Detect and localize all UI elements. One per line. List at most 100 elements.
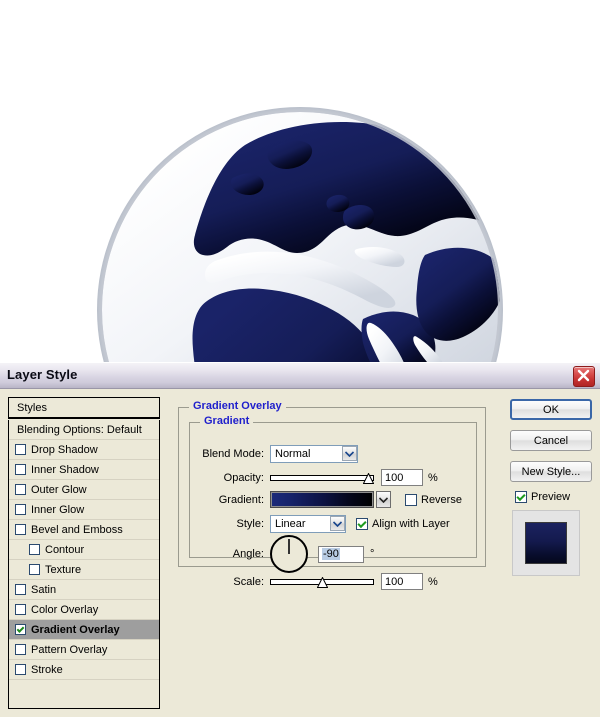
- opacity-slider-thumb[interactable]: [362, 471, 375, 484]
- styles-header: Styles: [8, 397, 160, 419]
- style-label: Style:: [236, 518, 264, 530]
- angle-dial-needle: [288, 539, 290, 554]
- checkbox-satin[interactable]: [15, 584, 26, 595]
- opacity-slider[interactable]: [270, 471, 375, 484]
- sidebar-item-label: Pattern Overlay: [31, 643, 108, 656]
- gradient-swatch[interactable]: [270, 491, 374, 508]
- globe-svg: [97, 107, 503, 362]
- style-row: Style: Linear Align with Layer: [198, 515, 450, 533]
- sidebar-item-contour[interactable]: Contour: [9, 540, 159, 560]
- angle-value: -90: [322, 548, 340, 560]
- dialog-titlebar[interactable]: Layer Style: [0, 363, 600, 389]
- sidebar-item-blending-options[interactable]: Blending Options: Default: [9, 420, 159, 440]
- sidebar-item-label: Texture: [45, 563, 82, 576]
- scale-slider[interactable]: [270, 575, 374, 588]
- sidebar-item-outer-glow[interactable]: Outer Glow: [9, 480, 159, 500]
- gradient-row: Gradient: Reverse: [198, 491, 462, 508]
- angle-label: Angle:: [232, 548, 264, 560]
- checkbox-gradient-overlay[interactable]: [15, 624, 26, 635]
- checkbox-outer-glow[interactable]: [15, 484, 26, 495]
- styles-header-label: Styles: [17, 401, 47, 414]
- ok-button[interactable]: OK: [510, 399, 592, 420]
- scale-value: 100: [385, 575, 404, 588]
- scale-slider-thumb[interactable]: [316, 575, 329, 588]
- angle-row: Angle: -90 °: [198, 535, 374, 573]
- sidebar-item-satin[interactable]: Satin: [9, 580, 159, 600]
- styles-list-filler: [9, 680, 159, 706]
- opacity-slider-track: [270, 474, 374, 481]
- blend-mode-select[interactable]: Normal: [270, 445, 358, 463]
- scale-label: Scale:: [233, 575, 264, 588]
- opacity-input[interactable]: 100: [381, 469, 423, 486]
- style-select-wrap[interactable]: Linear: [270, 515, 346, 533]
- opacity-value: 100: [385, 471, 404, 484]
- sidebar-item-bevel-and-emboss[interactable]: Bevel and Emboss: [9, 520, 159, 540]
- preview-label: Preview: [531, 491, 571, 503]
- angle-dial[interactable]: [270, 535, 308, 573]
- cancel-button-label: Cancel: [533, 434, 569, 447]
- sidebar-item-label: Contour: [45, 543, 85, 556]
- checkbox-color-overlay[interactable]: [15, 604, 26, 615]
- checkbox-bevel-and-emboss[interactable]: [15, 524, 26, 535]
- blend-mode-label: Blend Mode:: [202, 448, 264, 460]
- dialog-body: Styles Blending Options: Default Drop Sh…: [0, 389, 600, 717]
- sidebar-item-texture[interactable]: Texture: [9, 560, 159, 580]
- reverse-checkbox[interactable]: [405, 493, 417, 506]
- checkbox-inner-shadow[interactable]: [15, 464, 26, 475]
- document-canvas: [0, 0, 600, 362]
- sidebar-item-inner-glow[interactable]: Inner Glow: [9, 500, 159, 520]
- opacity-unit: %: [428, 471, 438, 484]
- sidebar-item-label: Stroke: [31, 663, 63, 676]
- ok-button-label: OK: [543, 403, 559, 416]
- sidebar-item-label: Satin: [31, 583, 57, 596]
- sidebar-item-label: Inner Glow: [31, 503, 85, 516]
- sidebar-item-stroke[interactable]: Stroke: [9, 660, 159, 680]
- checkbox-drop-shadow[interactable]: [15, 444, 26, 455]
- opacity-label: Opacity:: [223, 471, 264, 484]
- reverse-checkbox-group[interactable]: Reverse: [405, 493, 462, 506]
- close-button[interactable]: [573, 366, 595, 387]
- sidebar-item-pattern-overlay[interactable]: Pattern Overlay: [9, 640, 159, 660]
- sidebar-item-gradient-overlay[interactable]: Gradient Overlay: [9, 620, 159, 640]
- preview-thumbnail-box: [512, 510, 580, 576]
- align-with-layer-label: Align with Layer: [372, 518, 450, 530]
- sidebar-item-label: Blending Options: Default: [17, 423, 142, 436]
- checkbox-inner-glow[interactable]: [15, 504, 26, 515]
- new-style-button-label: New Style...: [521, 465, 581, 478]
- cancel-button[interactable]: Cancel: [510, 430, 592, 451]
- angle-unit: °: [370, 548, 375, 560]
- sidebar-item-label: Color Overlay: [31, 603, 99, 616]
- gradient-overlay-panel: Gradient Overlay Gradient Blend Mode: No…: [170, 397, 500, 709]
- styles-list[interactable]: Blending Options: Default Drop Shadow In…: [8, 420, 160, 709]
- globe-artwork: [95, 105, 505, 362]
- sidebar-item-drop-shadow[interactable]: Drop Shadow: [9, 440, 159, 460]
- reverse-label: Reverse: [421, 493, 462, 506]
- dialog-title: Layer Style: [7, 367, 78, 382]
- style-select[interactable]: Linear: [270, 515, 346, 533]
- scale-input[interactable]: 100: [381, 573, 423, 590]
- new-style-button[interactable]: New Style...: [510, 461, 592, 482]
- align-with-layer-checkbox[interactable]: [356, 518, 368, 530]
- preview-checkbox[interactable]: [515, 491, 527, 503]
- sidebar-item-label: Gradient Overlay: [31, 623, 120, 636]
- checkbox-texture[interactable]: [29, 564, 40, 575]
- opacity-row: Opacity: 100 %: [198, 469, 438, 486]
- blend-mode-select-wrap[interactable]: Normal: [270, 445, 358, 463]
- checkbox-contour[interactable]: [29, 544, 40, 555]
- checkbox-stroke[interactable]: [15, 664, 26, 675]
- align-with-layer-group[interactable]: Align with Layer: [356, 518, 450, 530]
- layer-style-dialog: Layer Style Styles Blending Options: Def…: [0, 362, 600, 717]
- scale-unit: %: [428, 575, 438, 588]
- sidebar-item-inner-shadow[interactable]: Inner Shadow: [9, 460, 159, 480]
- gradient-label: Gradient:: [218, 493, 264, 506]
- close-x-icon: [577, 369, 590, 382]
- gradient-dropdown-button[interactable]: [376, 491, 391, 508]
- preview-checkbox-group[interactable]: Preview: [506, 491, 592, 503]
- sidebar-item-label: Drop Shadow: [31, 443, 98, 456]
- angle-input[interactable]: -90: [318, 545, 364, 563]
- checkbox-pattern-overlay[interactable]: [15, 644, 26, 655]
- styles-panel: Styles Blending Options: Default Drop Sh…: [8, 397, 160, 709]
- sidebar-item-color-overlay[interactable]: Color Overlay: [9, 600, 159, 620]
- blend-mode-row: Blend Mode: Normal: [198, 445, 358, 463]
- preview-swatch: [525, 522, 567, 564]
